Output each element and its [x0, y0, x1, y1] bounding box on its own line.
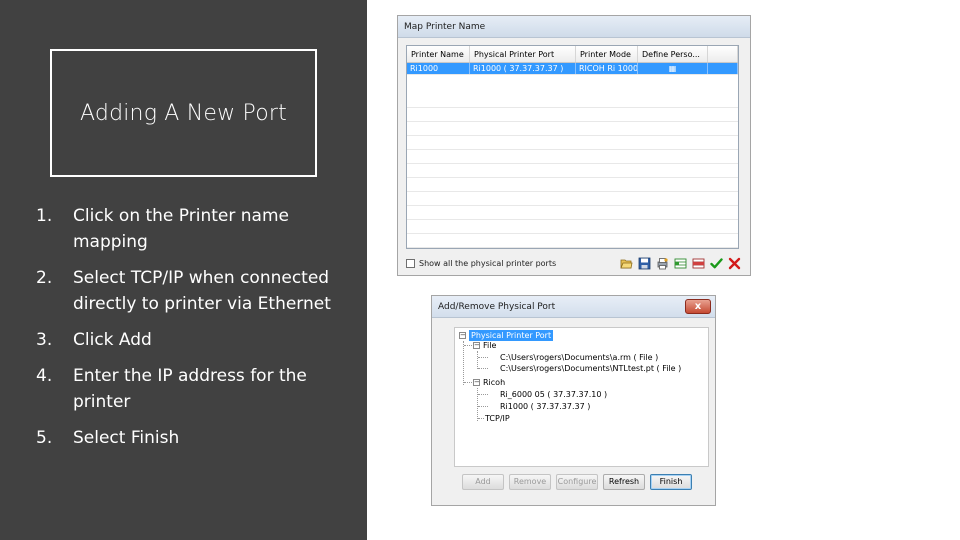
tree-connector: [478, 368, 488, 369]
grid-header: Printer Name Physical Printer Port Print…: [407, 46, 738, 63]
step-number: 5.: [36, 428, 53, 448]
tree-connector: [464, 345, 472, 346]
tree-connector: [478, 418, 484, 419]
refresh-button[interactable]: Refresh: [603, 474, 645, 490]
tree-item-file[interactable]: C:\Users\rogers\Documents\a.rm ( File ): [500, 352, 658, 363]
step-item: 3. Click Add: [36, 327, 336, 353]
map-printer-name-dialog: Map Printer Name Printer Name Physical P…: [397, 15, 751, 276]
tree-connector: [478, 406, 488, 407]
dialog-title: Add/Remove Physical Port: [432, 296, 715, 318]
table-row[interactable]: Ri1000 Ri1000 ( 37.37.37.37 ) RICOH Ri 1…: [407, 63, 738, 75]
open-folder-icon[interactable]: [618, 255, 634, 271]
tree-connector: [477, 388, 478, 421]
step-number: 4.: [36, 366, 53, 386]
cell-define-person[interactable]: ▦: [638, 63, 708, 74]
tree-connector: [478, 394, 488, 395]
printer-mapping-grid[interactable]: Printer Name Physical Printer Port Print…: [406, 45, 739, 249]
close-x-icon[interactable]: [726, 255, 742, 271]
add-button[interactable]: Add: [462, 474, 504, 490]
cell-printer-mode[interactable]: RICOH Ri 1000: [576, 63, 638, 74]
tree-item-ricoh[interactable]: Ri1000 ( 37.37.37.37 ): [500, 401, 590, 412]
collapse-icon[interactable]: −: [473, 379, 480, 386]
tree-connector: [464, 382, 472, 383]
tree-group-tcpip[interactable]: TCP/IP: [485, 413, 510, 424]
port-tree[interactable]: − Physical Printer Port − File C:\Users\…: [454, 327, 709, 467]
add-remove-port-dialog: Add/Remove Physical Port x − Physical Pr…: [431, 295, 716, 506]
column-printer-name[interactable]: Printer Name: [407, 46, 470, 62]
add-row-icon[interactable]: [672, 255, 688, 271]
left-panel: Adding A New Port 1. Click on the Printer…: [0, 0, 367, 540]
show-all-ports-label: Show all the physical printer ports: [419, 258, 557, 268]
cell-physical-port[interactable]: Ri1000 ( 37.37.37.37 ): [470, 63, 576, 74]
step-number: 3.: [36, 330, 53, 350]
tree-connector: [477, 351, 478, 369]
dialog-title: Map Printer Name: [398, 16, 750, 38]
save-icon[interactable]: [636, 255, 652, 271]
map-footer: Show all the physical printer ports: [406, 253, 742, 273]
step-text: Click on the Printer name mapping: [73, 206, 289, 252]
cell-spacer: [708, 63, 738, 74]
step-item: 1. Click on the Printer name mapping: [36, 203, 336, 255]
printer-settings-icon[interactable]: [654, 255, 670, 271]
configure-button[interactable]: Configure: [556, 474, 598, 490]
collapse-icon[interactable]: −: [473, 342, 480, 349]
show-all-ports-checkbox[interactable]: [406, 258, 415, 268]
step-item: 2. Select TCP/IP when connected directly …: [36, 265, 336, 317]
tree-group-ricoh[interactable]: Ricoh: [483, 377, 505, 388]
close-button[interactable]: x: [685, 299, 711, 314]
slide-title: Adding A New Port: [80, 100, 287, 126]
step-text: Enter the IP address for the printer: [73, 366, 307, 412]
remove-button[interactable]: Remove: [509, 474, 551, 490]
steps-list: 1. Click on the Printer name mapping 2. Se…: [36, 203, 336, 461]
step-text: Select Finish: [73, 428, 180, 448]
step-item: 5. Select Finish: [36, 425, 336, 451]
slide: Adding A New Port 1. Click on the Printer…: [0, 0, 960, 540]
step-number: 1.: [36, 206, 53, 226]
finish-button[interactable]: Finish: [650, 474, 692, 490]
title-box: Adding A New Port: [50, 49, 317, 177]
step-text: Click Add: [73, 330, 152, 350]
toolbar: [618, 255, 742, 271]
tree-root-physical-port[interactable]: Physical Printer Port: [469, 330, 554, 341]
checkmark-icon[interactable]: [708, 255, 724, 271]
collapse-icon[interactable]: −: [459, 332, 466, 339]
empty-rows: [407, 94, 738, 248]
tree-item-file[interactable]: C:\Users\rogers\Documents\NTLtest.pt ( F…: [500, 363, 681, 374]
tree-connector: [463, 341, 464, 385]
delete-row-icon[interactable]: [690, 255, 706, 271]
tree-connector: [478, 357, 488, 358]
column-spacer: [708, 46, 738, 62]
tree-group-file[interactable]: File: [483, 340, 496, 351]
tree-item-ricoh[interactable]: Ri_6000 05 ( 37.37.37.10 ): [500, 389, 607, 400]
step-number: 2.: [36, 268, 53, 288]
column-define-person[interactable]: Define Perso...: [638, 46, 708, 62]
port-buttons: Add Remove Configure Refresh Finish: [462, 474, 692, 490]
step-text: Select TCP/IP when connected directly to…: [73, 268, 331, 314]
column-printer-mode[interactable]: Printer Mode: [576, 46, 638, 62]
column-physical-port[interactable]: Physical Printer Port: [470, 46, 576, 62]
cell-printer-name[interactable]: Ri1000: [407, 63, 470, 74]
step-item: 4. Enter the IP address for the printer: [36, 363, 336, 415]
